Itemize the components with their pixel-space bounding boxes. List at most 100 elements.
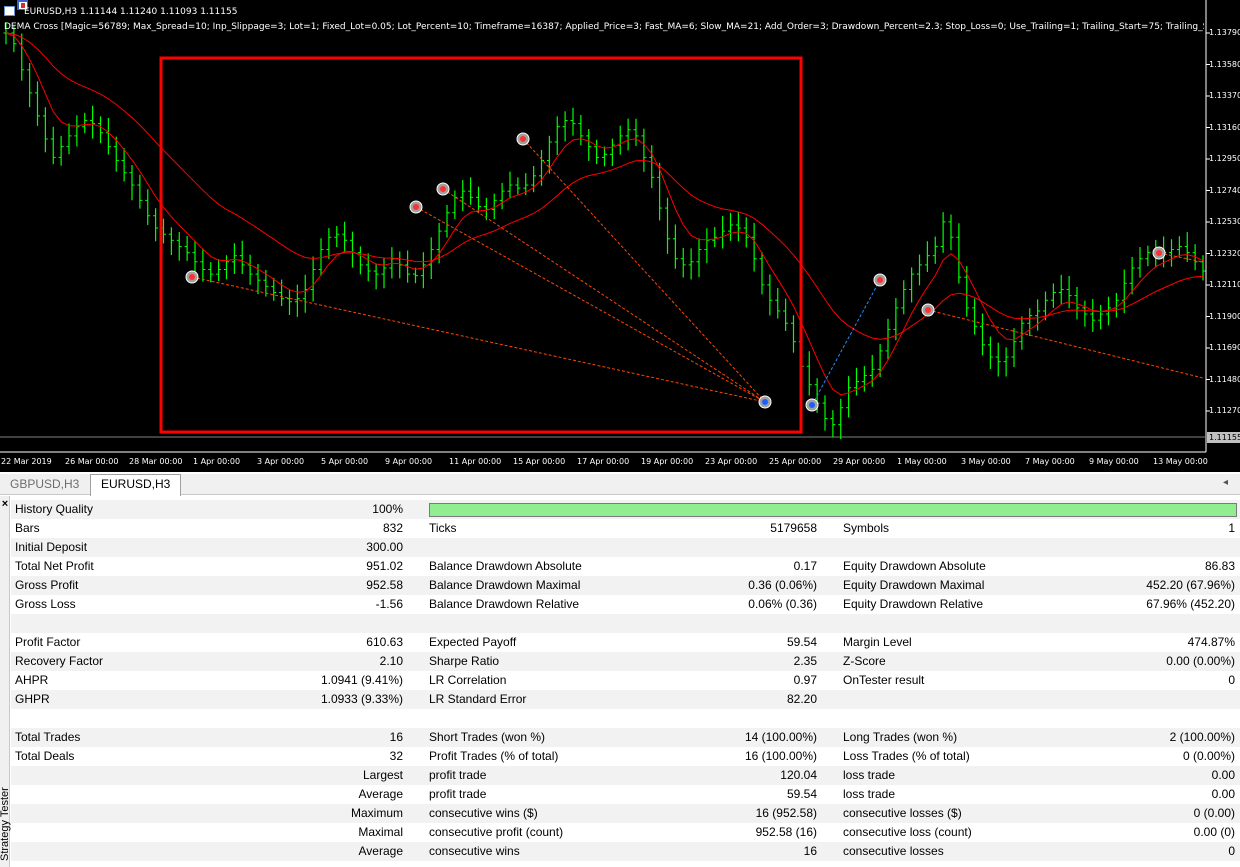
report-label: Equity Drawdown Maximal [843,578,985,592]
trade-marker-center [877,277,883,283]
price-axis-label: 1.13580 [1209,59,1240,69]
price-axis-label: 1.13160 [1209,122,1240,132]
current-price-tag: 1.11155 [1207,432,1240,443]
report-value: 1.0941 (9.41%) [320,673,403,687]
report-value: Largest [362,768,403,782]
price-axis-label: 1.12530 [1209,217,1240,226]
report-row: Recovery Factor 2.10 Sharpe Ratio 2.35 Z-Sco… [11,652,1240,671]
report-value: 16 [803,844,817,858]
history-quality-row: History Quality 100% [11,500,1240,519]
price-axis-label: 1.11480 [1209,374,1240,384]
trade-marker-center [762,399,768,405]
price-axis-label: 1.11900 [1209,311,1240,321]
report-value: Maximal [358,825,403,839]
report-row: Bars 832 Ticks 5179658 Symbols 1 [11,519,1240,538]
report-value: 59.54 [786,635,817,649]
trade-line [927,309,1204,379]
report-value: 0.00 (0) [1193,825,1235,839]
price-axis-label: 1.11270 [1209,406,1240,415]
report-label: Profit Trades (% of total) [429,749,559,763]
report-label: Ticks [429,521,457,535]
report-label: consecutive wins ($) [429,806,538,820]
report-value: 0.00 (0.00%) [1166,654,1235,668]
report-label: Equity Drawdown Relative [843,597,984,611]
report-value: 86.83 [1204,559,1235,573]
report-value: 0.00 [1211,787,1235,801]
report-value: 16 (952.58) [755,806,817,820]
report-value: Average [358,844,403,858]
report-value: 2 (100.00%) [1169,730,1235,744]
trade-line [191,276,766,403]
price-axis-label: 1.12950 [1209,154,1240,163]
report-row: Gross Loss -1.56 Balance Drawdown Relative… [11,595,1240,614]
report-label: Recovery Factor [15,654,104,668]
tab-gbpusd-h3[interactable]: GBPUSD,H3 [0,475,89,495]
report-label: Balance Drawdown Relative [429,597,580,611]
trade-marker-center [1156,250,1162,256]
report-value: 2.10 [379,654,403,668]
report-label: Balance Drawdown Maximal [429,578,581,592]
report-value: 5179658 [770,521,817,535]
time-axis-label: 13 May 00:00 [1153,457,1208,466]
history-quality-bar [429,503,1237,517]
report-row: Average profit trade 59.54 loss trade 0.00 [11,785,1240,804]
report-value: 0.06% (0.36) [748,597,817,611]
price-chart[interactable]: EURUSD,H3 1.11144 1.11240 1.11093 1.1115… [0,0,1240,472]
report-label: LR Standard Error [429,692,527,706]
report-value: 952.58 (16) [755,825,817,839]
report-label: profit trade [429,787,487,801]
report-value: 832 [382,521,403,535]
tab-eurusd-h3[interactable]: EURUSD,H3 [90,474,182,496]
fast-ma-line [5,32,1204,396]
time-axis-label: 3 May 00:00 [961,457,1011,466]
report-label: Z-Score [843,654,886,668]
trade-line [415,206,766,403]
report-row: AHPR 1.0941 (9.41%) LR Correlation 0.97 OnTe… [11,671,1240,690]
time-axis-label: 9 Apr 00:00 [385,457,433,466]
strategy-tester-label: Strategy Tester [0,787,11,861]
report-row: Largest profit trade 120.04 loss trade 0.00 [11,766,1240,785]
report-label: Equity Drawdown Absolute [843,559,986,573]
close-icon[interactable]: × [0,498,10,510]
report-row [11,614,1240,633]
expert-parameters: DEMA Cross [Magic=56789; Max_Spread=10; … [4,22,1204,32]
price-axis-label: 1.12110 [1209,280,1240,289]
time-axis-label: 17 Apr 00:00 [577,457,630,466]
report-value: 0.00 [1211,768,1235,782]
report-value: 0 [1228,673,1235,687]
report-row [11,709,1240,728]
report-label: LR Correlation [429,673,507,687]
report-value: 300.00 [366,540,403,554]
report-row: Total Trades 16 Short Trades (won %) 14 (10… [11,728,1240,747]
report-value: 0 (0.00%) [1182,749,1235,763]
time-axis-label: 11 Apr 00:00 [449,457,502,466]
tab-scroll-left-icon[interactable]: ◂ [1223,477,1228,488]
report-row: Total Net Profit 951.02 Balance Drawdown A… [11,557,1240,576]
report-value: 2.35 [793,654,817,668]
time-axis-label: 25 Apr 00:00 [769,457,822,466]
report-row: Initial Deposit 300.00 [11,538,1240,557]
price-axis-label: 1.11690 [1209,343,1240,352]
report-label: Total Net Profit [15,559,94,573]
time-axis-label: 15 Apr 00:00 [513,457,566,466]
report-label: AHPR [15,673,49,687]
report-value: 0 [1228,844,1235,858]
time-axis-label: 23 Apr 00:00 [705,457,758,466]
trade-marker-center [413,204,419,210]
report-label: consecutive losses [843,844,944,858]
report-label: Balance Drawdown Absolute [429,559,582,573]
report-label: Long Trades (won %) [843,730,958,744]
trade-line [442,188,766,403]
report-value: 952.58 [366,578,403,592]
chart-canvas [0,0,1210,453]
report-value: 1.0933 (9.33%) [320,692,403,706]
report-label: Loss Trades (% of total) [843,749,970,763]
report-label: Gross Profit [15,578,79,592]
report-value: 0 (0.00) [1193,806,1235,820]
trade-marker-center [189,274,195,280]
report-label: loss trade [843,787,896,801]
report-label: Symbols [843,521,890,535]
report-label: Gross Loss [15,597,76,611]
report-row: GHPR 1.0933 (9.33%) LR Standard Error 82.20 [11,690,1240,709]
time-axis-label: 3 Apr 00:00 [257,457,305,466]
